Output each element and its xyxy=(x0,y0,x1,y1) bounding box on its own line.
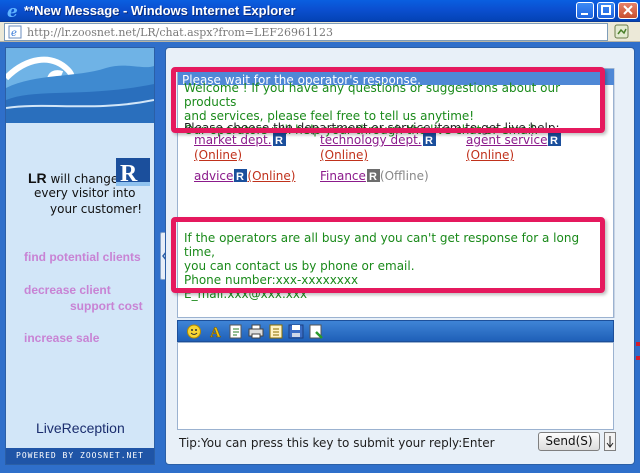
send-button[interactable]: Send(S) xyxy=(538,432,600,451)
minimize-icon xyxy=(581,13,588,15)
lr-badge-icon: R xyxy=(272,133,286,146)
department-status: (Online) xyxy=(466,148,515,162)
promo-increase-sale: increase sale xyxy=(24,331,100,345)
settings-icon[interactable] xyxy=(308,324,324,339)
department-status: (Online) xyxy=(247,169,296,183)
department-name[interactable]: Finance xyxy=(320,169,366,183)
department-status: (Online) xyxy=(320,148,369,162)
highlight-welcome xyxy=(171,67,605,133)
lr-logo-icon: R xyxy=(116,158,150,186)
background-fragment xyxy=(636,356,640,360)
window-title: **New Message - Windows Internet Explore… xyxy=(24,3,296,18)
compatibility-icon[interactable] xyxy=(614,24,630,40)
chat-scrollbar[interactable] xyxy=(614,68,632,318)
department-advice[interactable]: advice R (Online) xyxy=(194,169,295,184)
ie-icon: e xyxy=(7,2,18,20)
department-name[interactable]: advice xyxy=(194,169,233,183)
department-name[interactable]: technology dept. xyxy=(320,133,422,147)
department-name[interactable]: agent service xyxy=(466,133,547,147)
tagline-rest: will change xyxy=(46,172,119,186)
wave-banner xyxy=(6,48,154,123)
minimize-button[interactable] xyxy=(576,2,594,19)
promo-decrease-cost-2: support cost xyxy=(70,299,143,313)
address-field[interactable]: e http://lr.zoosnet.net/LR/chat.aspx?fro… xyxy=(4,23,608,41)
font-icon[interactable]: A xyxy=(208,324,224,339)
department-status: (Online) xyxy=(194,148,243,162)
department-finance[interactable]: Finance R (Offline) xyxy=(320,169,429,184)
submit-tip: Tip:You can press this key to submit you… xyxy=(179,436,495,450)
tagline-line-3: your customer! xyxy=(50,202,143,216)
department-name[interactable]: market dept. xyxy=(194,133,272,147)
tagline-line-1: LR will change xyxy=(28,170,118,186)
department-agent-service[interactable]: agent service R (Online) xyxy=(466,133,562,163)
message-input[interactable] xyxy=(177,342,614,430)
svg-text:R: R xyxy=(550,135,558,146)
powered-by: POWERED BY ZOOSNET.NET xyxy=(6,448,154,464)
lr-badge-icon: R xyxy=(422,133,436,146)
promo-find-clients: find potential clients xyxy=(24,250,141,264)
message-history: Please wait for the operator's response.… xyxy=(171,67,615,318)
svg-text:A: A xyxy=(210,325,221,339)
lr-badge-icon: R xyxy=(366,169,380,182)
svg-text:e: e xyxy=(7,2,18,20)
department-market[interactable]: market dept. R (Online) xyxy=(194,133,286,163)
chat-panel: Please wait for the operator's response.… xyxy=(165,47,635,465)
send-options-button[interactable] xyxy=(604,432,616,451)
tagline-lr: LR xyxy=(28,170,47,186)
highlight-contact xyxy=(171,217,605,293)
department-status: (Offline) xyxy=(379,169,429,183)
address-url: http://lr.zoosnet.net/LR/chat.aspx?from=… xyxy=(27,26,333,39)
lr-badge-icon: R xyxy=(548,133,562,146)
maximize-icon xyxy=(601,5,611,15)
address-bar: e http://lr.zoosnet.net/LR/chat.aspx?fro… xyxy=(0,22,640,42)
svg-text:R: R xyxy=(236,171,244,182)
save-icon[interactable] xyxy=(288,324,304,339)
maximize-button[interactable] xyxy=(597,2,615,19)
promo-sidebar: LR will change R every visitor into your… xyxy=(5,47,155,465)
arrow-down-icon xyxy=(606,436,614,448)
lr-badge-icon: R xyxy=(234,169,248,182)
chat-window-frame: LR will change R every visitor into your… xyxy=(0,42,640,473)
close-icon xyxy=(623,5,633,15)
background-fragment xyxy=(636,342,640,346)
close-button[interactable] xyxy=(618,2,638,19)
history-icon[interactable] xyxy=(268,324,284,339)
title-bar: e **New Message - Windows Internet Explo… xyxy=(0,0,640,22)
department-technology[interactable]: technology dept. R (Online) xyxy=(320,133,436,163)
svg-text:R: R xyxy=(425,135,433,146)
brand-name: LiveReception xyxy=(36,420,125,436)
promo-decrease-cost-1: decrease client xyxy=(24,283,111,297)
file-icon[interactable] xyxy=(228,324,244,339)
svg-text:R: R xyxy=(369,171,377,182)
print-icon[interactable] xyxy=(248,324,264,339)
tagline-line-2: every visitor into xyxy=(34,186,136,200)
svg-text:e: e xyxy=(11,28,17,39)
input-toolbar: A xyxy=(177,320,614,342)
emoticon-icon[interactable] xyxy=(186,324,202,339)
page-icon: e xyxy=(8,25,22,39)
svg-text:R: R xyxy=(275,135,283,146)
